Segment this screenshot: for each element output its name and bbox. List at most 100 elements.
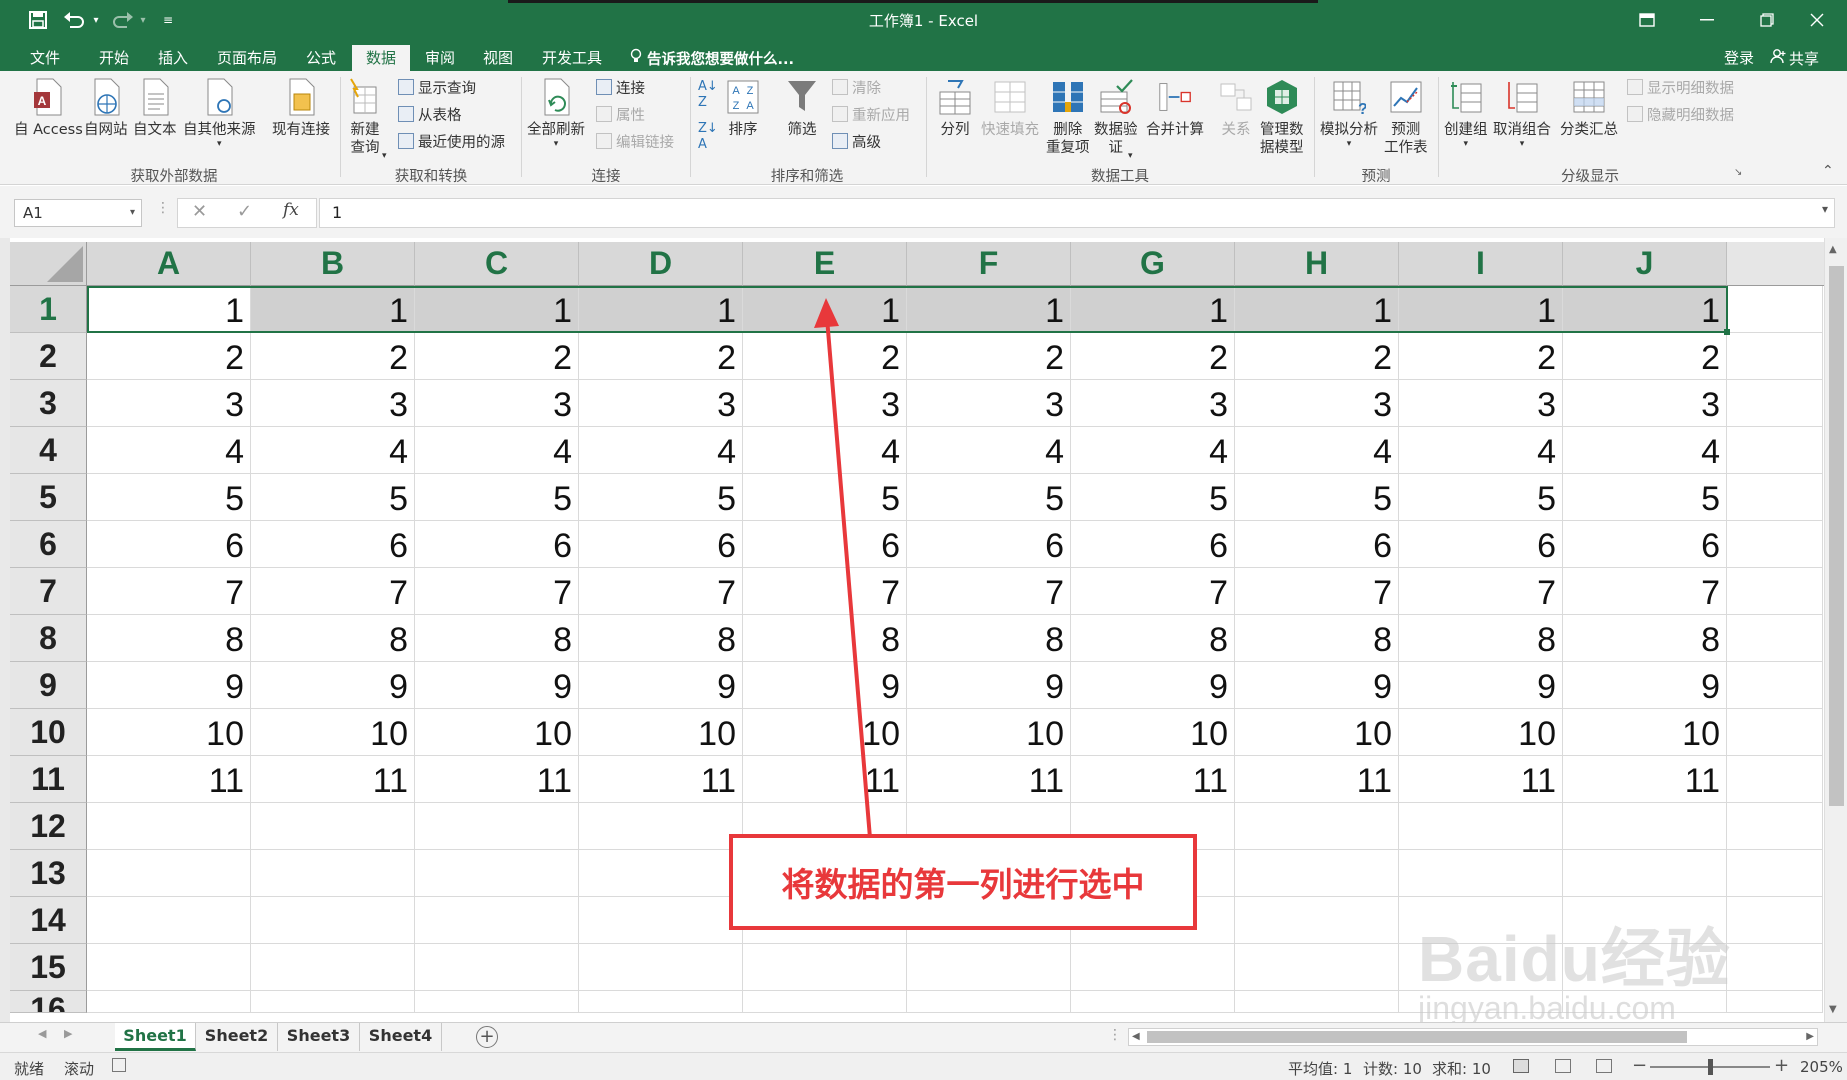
refresh-all-label: 全部刷新 xyxy=(527,122,585,138)
sheet-tab-1[interactable]: Sheet1 xyxy=(115,1023,196,1051)
scroll-left-icon[interactable]: ◀ xyxy=(1132,1031,1140,1042)
next-sheet-icon[interactable]: ▶ xyxy=(64,1027,72,1040)
macro-record-icon[interactable] xyxy=(112,1058,126,1072)
from-access-button[interactable]: A 自 Access xyxy=(14,77,83,139)
sheet-tab-4[interactable]: Sheet4 xyxy=(360,1023,442,1051)
data-validation-dropdown-icon[interactable]: ▾ xyxy=(1128,151,1133,161)
horizontal-scrollbar[interactable]: ◀ ▶ xyxy=(1128,1028,1818,1046)
refresh-all-button[interactable]: 全部刷新 ▾ xyxy=(527,77,585,149)
add-sheet-icon[interactable]: + xyxy=(476,1026,498,1048)
sort-az-icon[interactable]: A↓ Z xyxy=(698,79,718,111)
properties-button[interactable]: 属性 xyxy=(596,103,645,125)
group-separator xyxy=(926,77,927,177)
minimize-icon[interactable] xyxy=(1677,0,1737,40)
h-scroll-thumb[interactable] xyxy=(1147,1031,1687,1043)
tab-data[interactable]: 数据 xyxy=(352,45,410,71)
tab-developer[interactable]: 开发工具 xyxy=(530,45,614,71)
sign-in-link[interactable]: 登录 xyxy=(1724,45,1754,71)
group-button[interactable]: 创建组 ▾ xyxy=(1444,77,1488,149)
zoom-in-icon[interactable]: + xyxy=(1774,1055,1789,1076)
collapse-ribbon-icon[interactable]: ⌃ xyxy=(1822,163,1834,179)
from-table-label: 从表格 xyxy=(418,107,462,124)
clear-filter-button[interactable]: 清除 xyxy=(832,76,881,98)
group-label-sort-filter: 排序和筛选 xyxy=(770,169,844,185)
hide-detail-button[interactable]: 隐藏明细数据 xyxy=(1627,103,1734,125)
ribbon-display-options-icon[interactable] xyxy=(1617,0,1677,40)
zoom-slider[interactable] xyxy=(1650,1059,1770,1075)
from-web-button[interactable]: 自网站 xyxy=(84,77,128,139)
tab-split-grip-icon[interactable]: ⋮ xyxy=(1108,1027,1122,1043)
relationships-button[interactable]: 关系 xyxy=(1219,77,1253,139)
tab-view[interactable]: 视图 xyxy=(470,45,526,71)
svg-text:?: ? xyxy=(1358,101,1366,116)
cancel-entry-icon[interactable]: ✕ xyxy=(192,201,207,222)
expand-formula-bar-icon[interactable]: ▾ xyxy=(1822,202,1828,216)
new-query-dropdown-icon[interactable]: ▾ xyxy=(382,151,387,161)
from-table-button[interactable]: 从表格 xyxy=(398,103,462,125)
group-separator xyxy=(1314,77,1315,177)
sheet-tab-2[interactable]: Sheet2 xyxy=(196,1023,278,1051)
from-web-label: 自网站 xyxy=(84,122,128,138)
ungroup-button[interactable]: 取消组合 ▾ xyxy=(1493,77,1551,149)
insert-function-icon[interactable]: fx xyxy=(283,200,299,220)
edit-links-button[interactable]: 编辑链接 xyxy=(596,130,674,152)
existing-connections-button[interactable]: 现有连接 xyxy=(272,77,330,139)
dialog-launcher-icon[interactable]: ↘ xyxy=(1734,167,1742,178)
zoom-out-icon[interactable]: − xyxy=(1632,1055,1647,1076)
reapply-button[interactable]: 重新应用 xyxy=(832,103,910,125)
from-text-button[interactable]: 自文本 xyxy=(133,77,177,139)
remove-duplicates-button[interactable]: 删除 重复项 xyxy=(1046,77,1090,157)
tab-page-layout[interactable]: 页面布局 xyxy=(205,45,289,71)
show-queries-button[interactable]: 显示查询 xyxy=(398,76,476,98)
sheet-tab-3[interactable]: Sheet3 xyxy=(278,1023,360,1051)
sort-button[interactable]: AZZA 排序 xyxy=(726,77,760,139)
formula-input[interactable]: 1 xyxy=(319,198,1835,228)
what-if-analysis-button[interactable]: ? 模拟分析 ▾ xyxy=(1320,77,1378,149)
tell-me-box[interactable]: 告诉我您想要做什么... xyxy=(630,45,794,71)
zoom-level[interactable]: 205% xyxy=(1800,1058,1843,1076)
show-detail-icon xyxy=(1627,79,1643,95)
new-query-button[interactable]: 新建 查询 xyxy=(348,77,382,157)
group-label: 创建组 xyxy=(1444,122,1488,138)
tab-review[interactable]: 审阅 xyxy=(412,45,468,71)
hide-detail-icon xyxy=(1627,106,1643,122)
from-other-sources-label: 自其他来源 xyxy=(183,122,256,138)
group-separator xyxy=(340,77,341,177)
consolidate-button[interactable]: 合并计算 xyxy=(1146,77,1204,139)
share-button[interactable]: 共享 xyxy=(1770,45,1819,71)
tab-home[interactable]: 开始 xyxy=(84,45,144,71)
manage-data-model-button[interactable]: 管理数 据模型 xyxy=(1260,77,1304,157)
confirm-entry-icon[interactable]: ✓ xyxy=(237,201,252,222)
name-box[interactable]: A1 ▾ xyxy=(14,199,142,227)
flash-fill-button[interactable]: 快速填充 xyxy=(981,77,1039,139)
advanced-filter-button[interactable]: 高级 xyxy=(832,130,881,152)
zoom-slider-thumb[interactable] xyxy=(1708,1059,1713,1075)
excel-window: ▾ ▾ ≡ 工作簿1 - Excel 文件 开始 插入 页面布局 公式 数据 审… xyxy=(0,0,1847,1080)
tab-file[interactable]: 文件 xyxy=(15,45,75,71)
filter-button[interactable]: 筛选 xyxy=(785,77,819,139)
forecast-sheet-button[interactable]: 预测 工作表 xyxy=(1384,77,1428,157)
page-layout-view-icon[interactable] xyxy=(1555,1059,1571,1073)
page-break-view-icon[interactable] xyxy=(1596,1059,1612,1073)
recent-sources-button[interactable]: 最近使用的源 xyxy=(398,130,505,152)
filter-funnel-icon xyxy=(785,77,819,117)
group-icon xyxy=(1449,77,1483,117)
scroll-right-icon[interactable]: ▶ xyxy=(1806,1031,1814,1042)
subtotal-button[interactable]: 分类汇总 xyxy=(1560,77,1618,139)
sort-za-icon[interactable]: Z↓ A xyxy=(698,121,718,153)
tab-formulas[interactable]: 公式 xyxy=(292,45,350,71)
show-detail-button[interactable]: 显示明细数据 xyxy=(1627,76,1734,98)
connections-button[interactable]: 连接 xyxy=(596,76,645,98)
flash-fill-icon xyxy=(993,77,1027,117)
from-other-sources-button[interactable]: 自其他来源 ▾ xyxy=(183,77,256,149)
prev-sheet-icon[interactable]: ◀ xyxy=(38,1027,46,1040)
normal-view-icon[interactable] xyxy=(1513,1059,1529,1073)
name-box-dropdown-icon[interactable]: ▾ xyxy=(130,200,135,226)
data-validation-button[interactable]: 数据验 证 xyxy=(1094,77,1138,157)
tab-insert[interactable]: 插入 xyxy=(144,45,202,71)
clear-filter-label: 清除 xyxy=(852,80,881,97)
ungroup-label: 取消组合 xyxy=(1493,122,1551,138)
text-to-columns-button[interactable]: 分列 xyxy=(938,77,972,139)
remove-duplicates-label-1: 删除 xyxy=(1053,122,1083,138)
close-icon[interactable] xyxy=(1787,0,1847,40)
